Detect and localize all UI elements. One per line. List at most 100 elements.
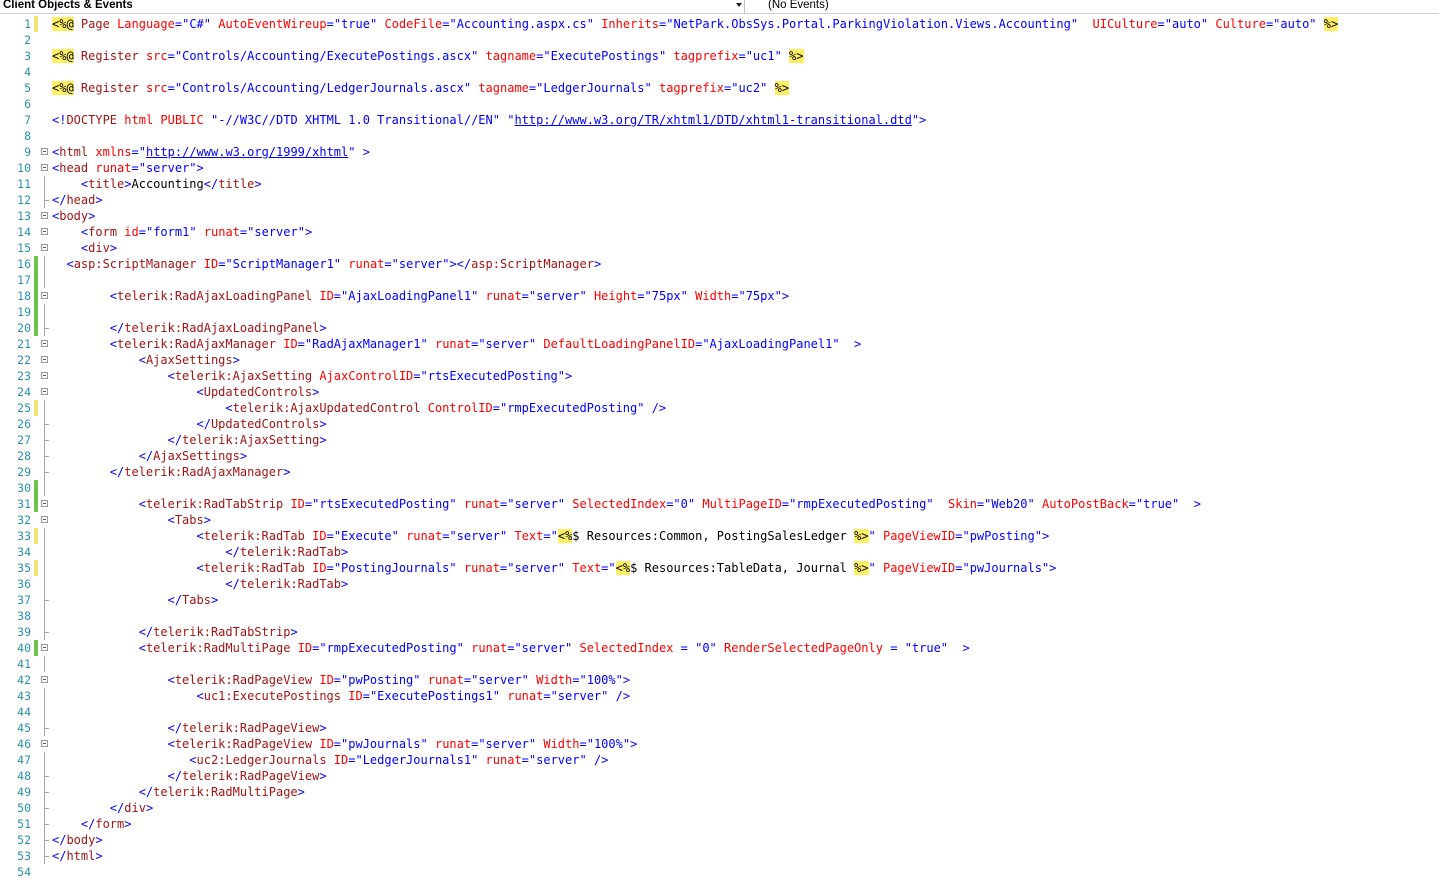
line-number: 13 [17, 209, 31, 223]
line-number: 41 [17, 657, 31, 671]
outline-guide [44, 688, 45, 704]
code-line[interactable]: 7 <!DOCTYPE html PUBLIC "-//W3C//DTD XHTM… [0, 112, 1439, 128]
collapse-icon[interactable] [41, 500, 48, 507]
code-line[interactable]: 45 </telerik:RadPageView> [0, 720, 1439, 736]
code-line[interactable]: 30 [0, 480, 1439, 496]
code-editor[interactable]: 1 <%@ Page Language="C#" AutoEventWireup=… [0, 16, 1439, 887]
code-line[interactable]: 11 <title>Accounting</title> [0, 176, 1439, 192]
code-line[interactable]: 4 [0, 64, 1439, 80]
code-token: DOCTYPE [66, 113, 118, 127]
code-line[interactable]: 54 [0, 864, 1439, 880]
code-line[interactable]: 44 [0, 704, 1439, 720]
collapse-icon[interactable] [41, 644, 48, 651]
code-line[interactable]: 26 </UpdatedControls> [0, 416, 1439, 432]
outline-guide [44, 560, 45, 576]
code-line[interactable]: 20 </telerik:RadAjaxLoadingPanel> [0, 320, 1439, 336]
code-line[interactable]: 18 <telerik:RadAjaxLoadingPanel ID="Ajax… [0, 288, 1439, 304]
code-line[interactable]: 21 <telerik:RadAjaxManager ID="RadAjaxMa… [0, 336, 1439, 352]
line-number: 16 [17, 257, 31, 271]
code-token: "100%" [579, 673, 623, 687]
code-line[interactable]: 15 <div> [0, 240, 1439, 256]
code-line[interactable]: 2 [0, 32, 1439, 48]
code-line[interactable]: 49 </telerik:RadMultiPage> [0, 784, 1439, 800]
code-line[interactable]: 34 </telerik:RadTab> [0, 544, 1439, 560]
code-line[interactable]: 52 </body> [0, 832, 1439, 848]
code-line[interactable]: 38 [0, 608, 1439, 624]
line-number: 33 [17, 529, 31, 543]
code-line[interactable]: 42 <telerik:RadPageView ID="pwPosting" r… [0, 672, 1439, 688]
code-line[interactable]: 19 [0, 304, 1439, 320]
collapse-icon[interactable] [41, 356, 48, 363]
code-line[interactable]: 36 </telerik:RadTab> [0, 576, 1439, 592]
code-line[interactable]: 43 <uc1:ExecutePostings ID="ExecutePosti… [0, 688, 1439, 704]
code-line[interactable]: 39 </telerik:RadTabStrip> [0, 624, 1439, 640]
collapse-icon[interactable] [41, 212, 48, 219]
code-line[interactable]: 47 <uc2:LedgerJournals ID = "LedgerJournal… [0, 752, 1439, 768]
code-token: = [326, 529, 334, 543]
code-line[interactable]: 32 <Tabs> [0, 512, 1439, 528]
code-token[interactable]: http://www.w3.org/TR/xhtml1/DTD/xhtml1-t… [514, 113, 911, 127]
collapse-icon[interactable] [41, 148, 48, 155]
code-token: "rmpExecutedPosting" [499, 401, 645, 415]
code-line[interactable]: 13 <body> [0, 208, 1439, 224]
code-line[interactable]: 51 </form> [0, 816, 1439, 832]
client-objects-dropdown[interactable]: Client Objects & Events [0, 0, 745, 13]
code-line[interactable]: 10 <head runat="server"> [0, 160, 1439, 176]
collapse-icon[interactable] [41, 372, 48, 379]
collapse-icon[interactable] [41, 740, 48, 747]
code-token[interactable]: http://www.w3.org/1999/xhtml [146, 145, 348, 159]
collapse-icon[interactable] [41, 164, 48, 171]
code-token: <% [615, 561, 631, 575]
outline-guide [44, 544, 45, 560]
code-text: <telerik:RadPageView ID="pwPosting" runa… [52, 672, 631, 688]
code-line[interactable]: 12 </head> [0, 192, 1439, 208]
code-token: head [66, 193, 96, 207]
code-token: Tabs [182, 593, 211, 607]
code-token: > [1041, 529, 1050, 543]
code-line[interactable]: 27 </telerik:AjaxSetting> [0, 432, 1439, 448]
collapse-icon[interactable] [41, 244, 48, 251]
code-line[interactable]: 1 <%@ Page Language="C#" AutoEventWireup=… [0, 16, 1439, 32]
code-line[interactable]: 6 [0, 96, 1439, 112]
collapse-icon[interactable] [41, 516, 48, 523]
code-line[interactable]: 3 <%@ Register src="Controls/Accounting/E… [0, 48, 1439, 64]
code-line[interactable]: 41 [0, 656, 1439, 672]
code-line[interactable]: 28 </AjaxSettings> [0, 448, 1439, 464]
code-token: title [88, 177, 125, 191]
code-token: telerik:RadAjaxManager [117, 337, 276, 351]
code-line[interactable]: 35 <telerik:RadTab ID="PostingJournals" … [0, 560, 1439, 576]
chevron-down-icon[interactable] [736, 3, 742, 7]
code-line[interactable]: 37 </Tabs> [0, 592, 1439, 608]
code-line[interactable]: 31 <telerik:RadTabStrip ID = "rtsExecutedP… [0, 496, 1439, 512]
code-token: "server" [478, 337, 537, 351]
code-token: > [95, 833, 103, 847]
code-line[interactable]: 25 <telerik:AjaxUpdatedControl ControlID… [0, 400, 1439, 416]
code-line[interactable]: 24 <UpdatedControls> [0, 384, 1439, 400]
code-line[interactable]: 50 </div> [0, 800, 1439, 816]
code-line[interactable]: 5 <%@ Register src="Controls/Accounting/L… [0, 80, 1439, 96]
collapse-icon[interactable] [41, 388, 48, 395]
code-line[interactable]: 40 <telerik:RadMultiPage ID = "rmpExecuted… [0, 640, 1439, 656]
collapse-icon[interactable] [41, 292, 48, 299]
code-line[interactable]: 29 </telerik:RadAjaxManager> [0, 464, 1439, 480]
code-line[interactable]: 53 </html> [0, 848, 1439, 864]
collapse-icon[interactable] [41, 228, 48, 235]
code-line[interactable]: 22 <AjaxSettings> [0, 352, 1439, 368]
code-line[interactable]: 46 <telerik:RadPageView ID="pwJournals" … [0, 736, 1439, 752]
code-line[interactable]: 23 <telerik:AjaxSetting AjaxControlID="r… [0, 368, 1439, 384]
code-line[interactable]: 48 </telerik:RadPageView> [0, 768, 1439, 784]
events-dropdown[interactable]: (No Events) [746, 0, 1439, 13]
code-line[interactable]: 17 [0, 272, 1439, 288]
code-line[interactable]: 8 [0, 128, 1439, 144]
code-line[interactable]: 14 <form id="form1" runat="server"> [0, 224, 1439, 240]
code-line[interactable]: 33 <telerik:RadTab ID="Execute" runat="s… [0, 528, 1439, 544]
code-token: = [131, 145, 139, 159]
collapse-icon[interactable] [41, 340, 48, 347]
collapse-icon[interactable] [41, 676, 48, 683]
code-line[interactable]: 16 <asp:ScriptManager ID="ScriptManager1… [0, 256, 1439, 272]
code-line[interactable]: 9 <html xmlns="http://www.w3.org/1999/xht… [0, 144, 1439, 160]
